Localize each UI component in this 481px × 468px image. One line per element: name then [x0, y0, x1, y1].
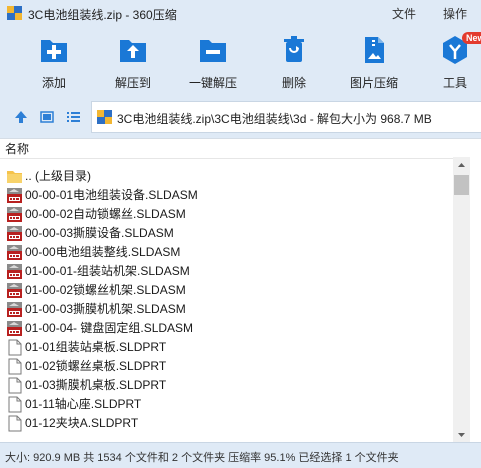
file-name: 01-03撕膜机桌板.SLDPRT [25, 378, 167, 392]
one-click-extract-label: 一键解压 [188, 76, 237, 90]
delete-icon [284, 36, 304, 62]
add-label: 添加 [41, 76, 66, 90]
delete-label: 删除 [281, 76, 306, 90]
image-compress-button[interactable]: 图片压缩 [339, 34, 409, 91]
window-title: 3C电池组装线.zip - 360压缩 [28, 8, 177, 22]
path-input[interactable]: 3C电池组装线.zip\3C电池组装线\3d - 解包大小为 968.7 MB [91, 101, 481, 133]
file-name: 01-12夹块A.SLDPRT [25, 416, 139, 430]
extract-to-label: 解压到 [114, 76, 151, 90]
file-name: 00-00-01电池组装设备.SLDASM [25, 188, 198, 202]
sldasm-file-icon [6, 244, 23, 261]
scroll-down-icon[interactable] [453, 426, 470, 443]
tools-label: 工具 [442, 76, 467, 90]
add-button[interactable]: 添加 [19, 34, 89, 91]
list-item[interactable]: 00-00电池组装整线.SLDASM [0, 243, 453, 262]
extract-to-button[interactable]: 解压到 [98, 34, 168, 91]
sldprt-file-icon [6, 358, 23, 375]
title-bar: 3C电池组装线.zip - 360压缩 文件 操作 [0, 0, 481, 26]
list-item[interactable]: 01-11轴心座.SLDPRT [0, 395, 453, 414]
list-item[interactable]: 00-00-03撕膜设备.SLDASM [0, 224, 453, 243]
list-item[interactable]: 01-00-02锁螺丝机架.SLDASM [0, 281, 453, 300]
file-name: 01-00-01-组装站机架.SLDASM [25, 264, 190, 278]
list-item[interactable]: 01-03撕膜机桌板.SLDPRT [0, 376, 453, 395]
image-compress-label: 图片压缩 [349, 76, 398, 90]
sldprt-file-icon [6, 396, 23, 413]
sldasm-file-icon [6, 282, 23, 299]
one-click-extract-icon [200, 40, 226, 62]
file-name: 01-11轴心座.SLDPRT [25, 397, 142, 411]
scroll-thumb[interactable] [454, 175, 469, 195]
file-name: 00-00-02自动锁螺丝.SLDASM [25, 207, 186, 221]
sldasm-file-icon [6, 187, 23, 204]
sldasm-file-icon [6, 206, 23, 223]
up-arrow-icon[interactable] [12, 108, 30, 126]
thumbnail-view-icon[interactable] [38, 108, 56, 126]
toolbar: 添加 解压到 一键解压 删除 图片压缩 Ne 工具 [0, 26, 481, 96]
archive-path-icon [97, 110, 112, 124]
list-item[interactable]: 00-00-01电池组装设备.SLDASM [0, 186, 453, 205]
vertical-scrollbar[interactable] [453, 157, 470, 443]
new-badge: New [462, 32, 481, 44]
list-item[interactable]: 01-01组装站桌板.SLDPRT [0, 338, 453, 357]
file-name: 00-00电池组装整线.SLDASM [25, 245, 181, 259]
status-bar: 大小: 920.9 MB 共 1534 个文件和 2 个文件夹 压缩率 95.1… [0, 442, 481, 468]
file-name: .. (上级目录) [25, 169, 91, 183]
sldasm-file-icon [6, 225, 23, 242]
file-name: 01-00-02锁螺丝机架.SLDASM [25, 283, 186, 297]
list-item[interactable]: 01-12夹块A.SLDPRT [0, 414, 453, 433]
image-compress-icon [365, 37, 384, 63]
file-name: 01-01组装站桌板.SLDPRT [25, 340, 167, 354]
sldasm-file-icon [6, 263, 23, 280]
one-click-extract-button[interactable]: 一键解压 [178, 34, 248, 91]
archive-logo-icon [7, 6, 22, 20]
list-item[interactable]: 01-00-01-组装站机架.SLDASM [0, 262, 453, 281]
delete-button[interactable]: 删除 [259, 34, 329, 91]
extract-to-icon [120, 40, 146, 62]
sldprt-file-icon [6, 377, 23, 394]
path-text: 3C电池组装线.zip\3C电池组装线\3d - 解包大小为 968.7 MB [117, 112, 432, 126]
sldprt-file-icon [6, 415, 23, 432]
list-item[interactable]: 01-00-04- 键盘固定组.SLDASM [0, 319, 453, 338]
address-bar: 3C电池组装线.zip\3C电池组装线\3d - 解包大小为 968.7 MB [0, 96, 481, 138]
list-item[interactable]: 00-00-02自动锁螺丝.SLDASM [0, 205, 453, 224]
file-name: 01-00-04- 键盘固定组.SLDASM [25, 321, 194, 335]
list-item[interactable]: .. (上级目录) [0, 167, 453, 186]
column-header-name[interactable]: 名称 [0, 139, 453, 159]
status-text: 大小: 920.9 MB 共 1534 个文件和 2 个文件夹 压缩率 95.1… [5, 452, 399, 464]
list-item[interactable]: 01-02锁螺丝桌板.SLDPRT [0, 357, 453, 376]
list-item[interactable]: 01-00-03撕膜机机架.SLDASM [0, 300, 453, 319]
folder-icon [6, 168, 23, 185]
add-icon [41, 40, 67, 62]
file-name: 00-00-03撕膜设备.SLDASM [25, 226, 174, 240]
tools-button[interactable]: New 工具 [420, 32, 481, 91]
menu-file[interactable]: 文件 [392, 5, 416, 22]
file-name: 01-00-03撕膜机机架.SLDASM [25, 302, 186, 316]
file-name: 01-02锁螺丝桌板.SLDPRT [25, 359, 167, 373]
scroll-up-icon[interactable] [453, 157, 470, 174]
file-list: 名称 .. (上级目录) 00-00-01电池组装设备.SLDASM 00-00-0… [0, 138, 481, 443]
menu-operation[interactable]: 操作 [443, 5, 467, 22]
sldasm-file-icon [6, 320, 23, 337]
file-rows: .. (上级目录) 00-00-01电池组装设备.SLDASM 00-00-02自动… [0, 167, 453, 433]
sldasm-file-icon [6, 301, 23, 318]
list-view-icon[interactable] [64, 108, 82, 126]
sldprt-file-icon [6, 339, 23, 356]
